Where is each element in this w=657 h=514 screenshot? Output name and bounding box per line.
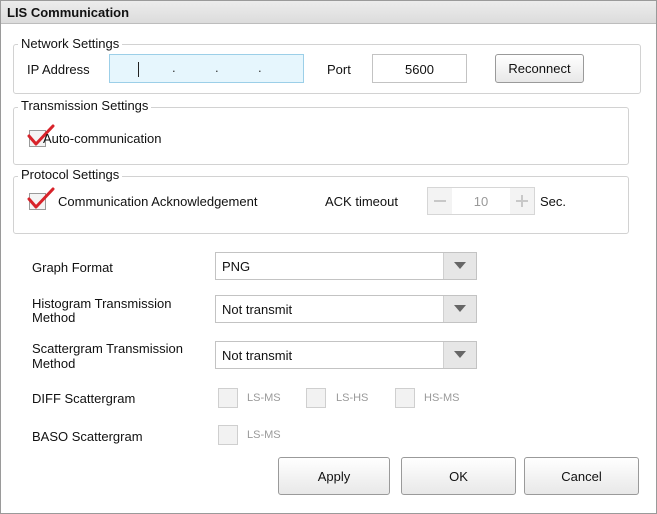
increment-button[interactable] [510,188,534,214]
apply-button[interactable]: Apply [278,457,390,495]
dropdown-button[interactable] [443,253,476,279]
graph-format-value: PNG [222,259,251,274]
ip-dot-2: . [215,60,219,75]
text-caret [138,62,139,77]
baso-ls-ms-checkbox[interactable] [218,425,238,445]
histogram-method-label-line2: Method [32,310,76,325]
ack-checkbox[interactable] [27,187,55,210]
diff-hs-ms-label: HS-MS [424,392,460,404]
dropdown-button[interactable] [443,342,476,368]
auto-communication-label: Auto-communication [43,131,162,146]
chevron-down-icon [454,305,466,312]
ip-dot-3: . [258,60,262,75]
network-settings-title: Network Settings [18,36,123,51]
checkmark-icon [27,187,55,209]
ack-timeout-value: 10 [473,194,489,209]
minus-icon [434,200,446,202]
scattergram-method-label-line1: Scattergram Transmission [32,341,183,356]
reconnect-button[interactable]: Reconnect [495,54,584,83]
ip-dot-1: . [172,60,176,75]
ack-label: Communication Acknowledgement [58,194,258,209]
chevron-down-icon [454,351,466,358]
ack-timeout-label: ACK timeout [325,194,398,209]
graph-format-select[interactable]: PNG [215,252,477,280]
histogram-method-label-line1: Histogram Transmission [32,296,172,311]
chevron-down-icon [454,262,466,269]
scattergram-method-value: Not transmit [222,348,293,363]
port-value: 5600 [405,62,434,77]
title-bar: LIS Communication [1,1,656,24]
scattergram-method-select[interactable]: Not transmit [215,341,477,369]
ack-timeout-stepper[interactable]: 10 [427,187,535,215]
diff-scattergram-label: DIFF Scattergram [32,391,136,406]
ip-address-input[interactable]: . . . [109,54,304,83]
cancel-button[interactable]: Cancel [524,457,639,495]
lis-communication-dialog: LIS Communication Network Settings IP Ad… [0,0,657,514]
ok-button[interactable]: OK [401,457,516,495]
ack-timeout-unit: Sec. [540,194,567,209]
ip-address-label: IP Address [27,62,90,77]
transmission-settings-title: Transmission Settings [18,98,152,113]
dropdown-button[interactable] [443,296,476,322]
histogram-method-select[interactable]: Not transmit [215,295,477,323]
window-title: LIS Communication [7,5,130,20]
diff-ls-ms-checkbox[interactable] [218,388,238,408]
baso-ls-ms-label: LS-MS [247,429,281,441]
scattergram-method-label-line2: Method [32,356,76,371]
plus-icon [516,195,528,207]
diff-ls-hs-label: LS-HS [336,392,369,404]
diff-ls-hs-checkbox[interactable] [306,388,326,408]
diff-hs-ms-checkbox[interactable] [395,388,415,408]
baso-scattergram-label: BASO Scattergram [32,429,143,444]
port-label: Port [327,62,351,77]
diff-ls-ms-label: LS-MS [247,392,281,404]
protocol-settings-title: Protocol Settings [18,167,123,182]
decrement-button[interactable] [428,188,452,214]
port-input[interactable]: 5600 [372,54,467,83]
graph-format-label: Graph Format [32,260,113,275]
histogram-method-value: Not transmit [222,302,293,317]
